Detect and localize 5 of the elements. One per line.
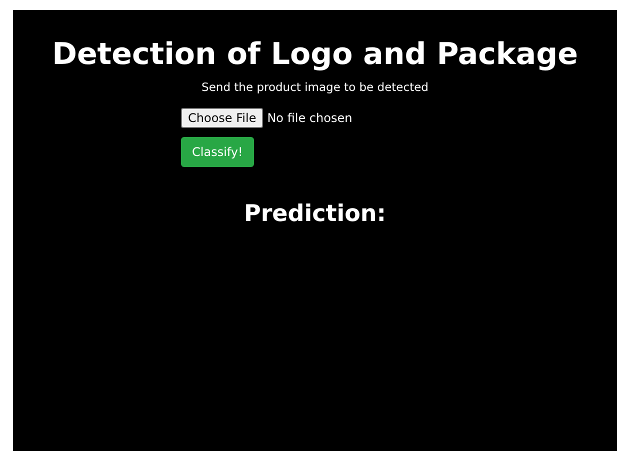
choose-file-button[interactable]: Choose File	[181, 108, 264, 128]
page-title: Detection of Logo and Package	[52, 36, 578, 74]
file-status-text: No file chosen	[267, 111, 352, 125]
instruction-text: Send the product image to be detected	[202, 80, 428, 94]
prediction-heading: Prediction:	[244, 201, 386, 227]
